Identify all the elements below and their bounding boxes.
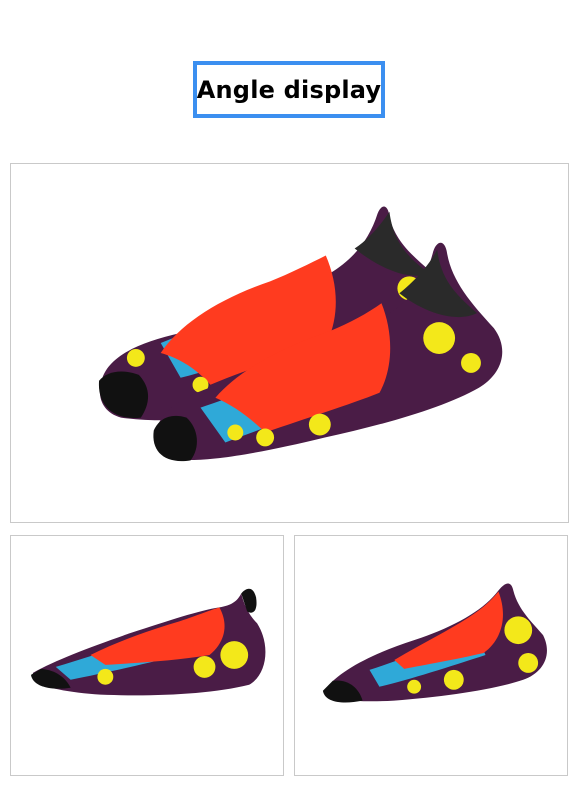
main-product-image-panel[interactable] xyxy=(10,163,569,523)
water-shoe-side-image xyxy=(30,588,266,696)
side-view-shoe xyxy=(30,588,266,696)
angle-view-image-panel[interactable] xyxy=(294,535,568,776)
water-shoe-pair-image xyxy=(98,206,503,462)
water-shoe-angle-image xyxy=(322,583,547,703)
side-view-image-panel[interactable] xyxy=(10,535,284,776)
angle-view-shoe xyxy=(322,583,547,703)
section-title-box: Angle display xyxy=(193,61,385,118)
section-title: Angle display xyxy=(196,75,382,104)
